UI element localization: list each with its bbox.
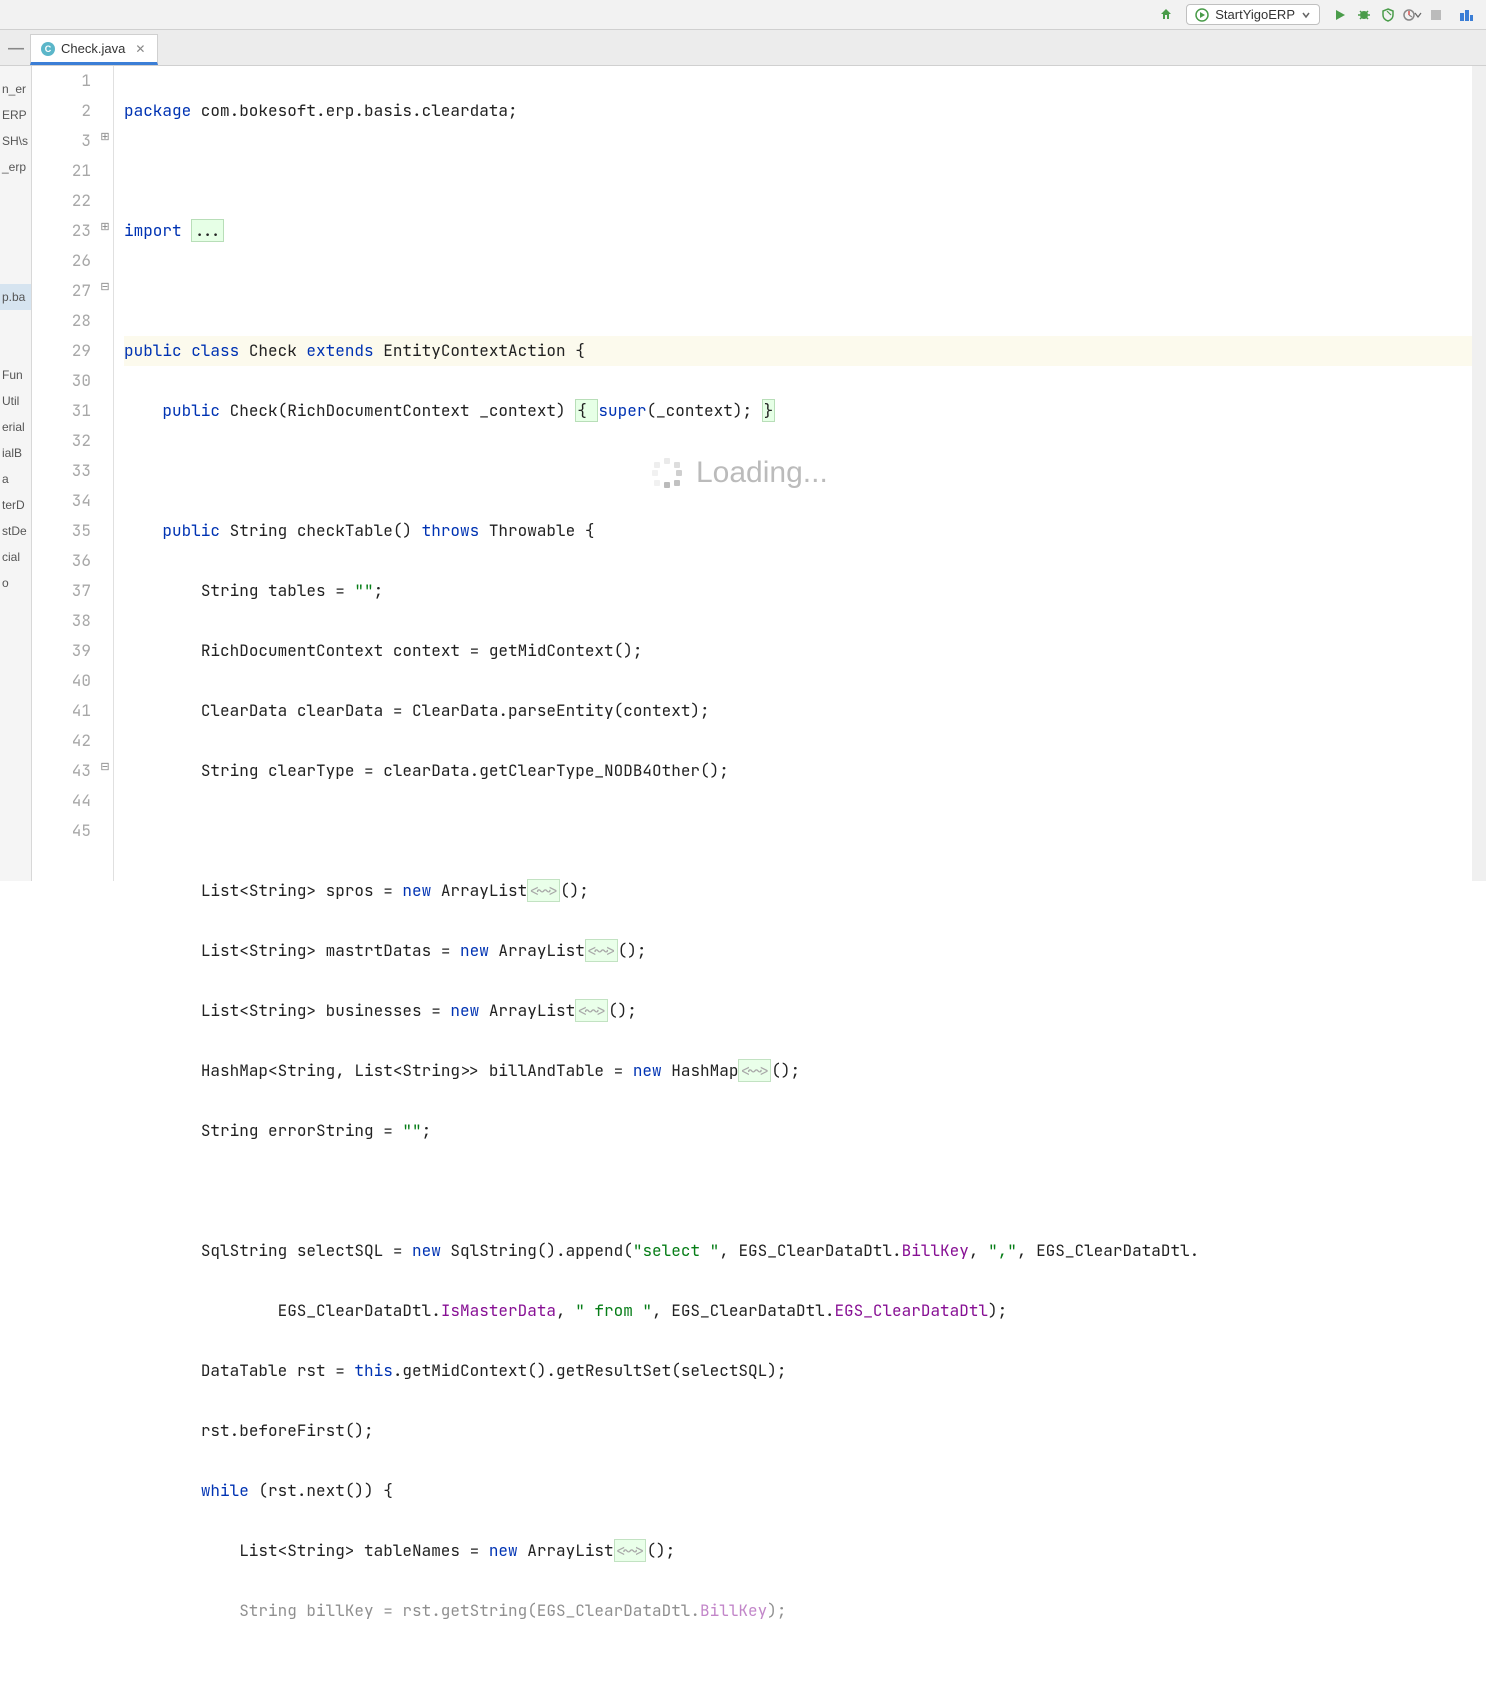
editor-tab-check-java[interactable]: C Check.java ✕ bbox=[30, 34, 158, 65]
hide-tool-window-icon[interactable]: — bbox=[8, 40, 24, 58]
sidebar-item[interactable]: p.ba bbox=[0, 284, 31, 310]
sidebar-item[interactable] bbox=[0, 180, 31, 206]
sidebar-item[interactable]: terD bbox=[0, 492, 31, 518]
coverage-icon[interactable] bbox=[1378, 5, 1398, 25]
sidebar-item[interactable]: cial bbox=[0, 544, 31, 570]
sidebar-item[interactable]: o bbox=[0, 570, 31, 596]
sidebar-item[interactable]: ialB bbox=[0, 440, 31, 466]
sidebar-item[interactable]: Fun bbox=[0, 362, 31, 388]
sidebar-item[interactable] bbox=[0, 206, 31, 232]
code-editor[interactable]: 1 2 3 21 22 23 26 27 28 29 30 31 32 33 3… bbox=[32, 66, 1486, 881]
fold-icon[interactable]: ⊞ bbox=[100, 222, 110, 232]
run-config-label: StartYigoERP bbox=[1215, 7, 1295, 22]
sidebar-item[interactable]: stDe bbox=[0, 518, 31, 544]
run-configuration-dropdown[interactable]: StartYigoERP bbox=[1186, 4, 1320, 25]
tab-filename: Check.java bbox=[61, 41, 125, 56]
sidebar-item[interactable]: SH\s bbox=[0, 128, 31, 154]
sidebar-item[interactable] bbox=[0, 258, 31, 284]
stop-icon[interactable] bbox=[1426, 5, 1446, 25]
fold-icon[interactable]: ⊟ bbox=[100, 762, 110, 772]
sidebar-item[interactable]: erial bbox=[0, 414, 31, 440]
main-toolbar: StartYigoERP bbox=[0, 0, 1486, 30]
run-icon[interactable] bbox=[1330, 5, 1350, 25]
line-number-gutter[interactable]: 1 2 3 21 22 23 26 27 28 29 30 31 32 33 3… bbox=[32, 66, 114, 881]
java-class-icon: C bbox=[41, 42, 55, 56]
sidebar-item[interactable] bbox=[0, 232, 31, 258]
sidebar-item[interactable]: _erp bbox=[0, 154, 31, 180]
editor-tabbar: — C Check.java ✕ bbox=[0, 30, 1486, 66]
sidebar-item[interactable]: Util bbox=[0, 388, 31, 414]
debug-icon[interactable] bbox=[1354, 5, 1374, 25]
close-icon[interactable]: ✕ bbox=[135, 42, 145, 56]
build-icon[interactable] bbox=[1156, 5, 1176, 25]
code-content[interactable]: package com.bokesoft.erp.basis.cleardata… bbox=[114, 66, 1486, 881]
sidebar-item[interactable]: n_er bbox=[0, 76, 31, 102]
sidebar-item[interactable]: a bbox=[0, 466, 31, 492]
sidebar-item[interactable] bbox=[0, 310, 31, 336]
fold-icon[interactable]: ⊟ bbox=[100, 282, 110, 292]
attach-icon[interactable] bbox=[1456, 5, 1476, 25]
project-sidebar[interactable]: n_er ERP SH\s _erp p.ba Fun Util erial i… bbox=[0, 66, 32, 881]
sidebar-item[interactable]: ERP bbox=[0, 102, 31, 128]
fold-icon[interactable]: ⊞ bbox=[100, 132, 110, 142]
profile-icon[interactable] bbox=[1402, 5, 1422, 25]
sidebar-item[interactable] bbox=[0, 336, 31, 362]
editor-scrollbar[interactable] bbox=[1472, 66, 1486, 881]
